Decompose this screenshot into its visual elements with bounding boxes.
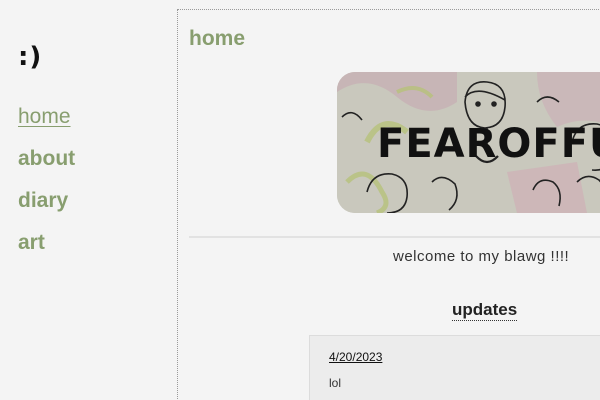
sidebar-item-art: art	[18, 228, 75, 270]
main-content: home FEAROFF welcome to my blawg !!!! up…	[177, 9, 600, 400]
site-logo: :)	[18, 42, 43, 72]
update-text: lol	[329, 376, 342, 390]
banner-image: FEAROFFUN	[337, 72, 600, 213]
banner-lettering: FEAROFFUN	[377, 121, 600, 167]
sidebar-nav: home about diary art	[18, 102, 75, 270]
nav-link-art[interactable]: art	[18, 228, 45, 258]
update-date: 4/20/2023	[329, 350, 383, 364]
nav-link-about[interactable]: about	[18, 144, 75, 174]
page-title: home	[189, 27, 246, 50]
divider	[189, 236, 600, 238]
nav-link-diary[interactable]: diary	[18, 186, 68, 216]
update-entry: 4/20/2023 lol	[309, 335, 600, 400]
updates-heading: updates	[452, 300, 518, 321]
sidebar-item-home: home	[18, 102, 75, 144]
nav-link-home[interactable]: home	[18, 102, 71, 132]
welcome-message: welcome to my blawg !!!!	[393, 248, 570, 265]
sidebar-item-about: about	[18, 144, 75, 186]
sidebar: :) home about diary art	[0, 0, 177, 400]
sidebar-item-diary: diary	[18, 186, 75, 228]
